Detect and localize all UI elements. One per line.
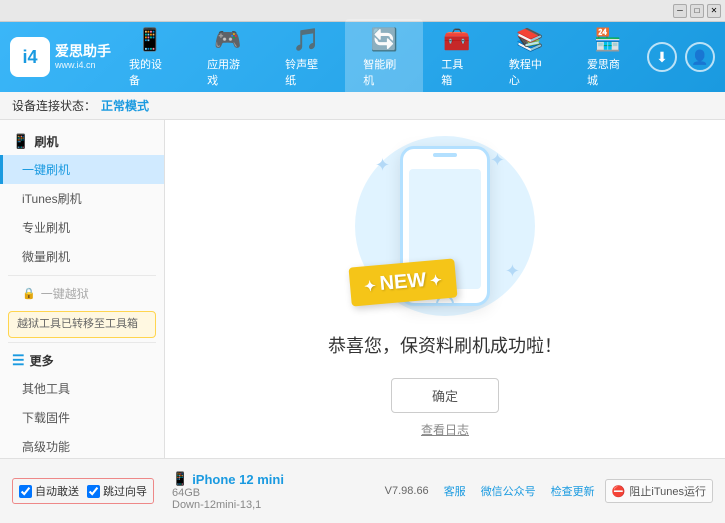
- sidebar-other-tools[interactable]: 其他工具: [0, 374, 164, 403]
- sidebar-separator-2: [8, 342, 156, 343]
- stop-itunes-label: 阻止iTunes运行: [629, 483, 706, 499]
- header-actions: ⬇ 👤: [647, 42, 715, 72]
- sidebar-itunes-flash[interactable]: iTunes刷机: [0, 184, 164, 213]
- success-message: 恭喜您，保资料刷机成功啦！: [328, 332, 562, 358]
- download-button[interactable]: ⬇: [647, 42, 677, 72]
- auto-complete-checkbox-item[interactable]: 自动敢送: [19, 483, 79, 499]
- bottom-bar: 自动敢送 跳过向导 📱 iPhone 12 mini 64GB Down-12m…: [0, 458, 725, 523]
- checkbox-group: 自动敢送 跳过向导: [12, 478, 154, 504]
- sidebar-flash-header: 📱 刷机: [0, 128, 164, 155]
- confirm-button[interactable]: 确定: [391, 378, 499, 413]
- nav-smart-flash[interactable]: 🔄 智能刷机: [345, 19, 423, 96]
- logo-area: i4 爱思助手 www.i4.cn: [10, 37, 111, 77]
- star-3: ✦: [505, 261, 520, 282]
- toolbox-icon: 🧰: [443, 27, 470, 53]
- success-illustration: ✦ ✦ ✦ NEW: [345, 140, 545, 312]
- device-name: 📱 iPhone 12 mini: [172, 471, 375, 487]
- flash-section-icon: 📱: [12, 133, 29, 150]
- stop-itunes-icon: ⛔: [612, 485, 626, 498]
- my-device-label: 我的设备: [129, 56, 171, 88]
- sidebar-advanced[interactable]: 高级功能: [0, 432, 164, 458]
- more-section-icon: ☰: [12, 352, 25, 369]
- ringtones-label: 铃声壁纸: [285, 56, 327, 88]
- content-area: 📱 刷机 一键刷机 iTunes刷机 专业刷机 微量刷机 🔒 一键越狱 越狱工具: [0, 120, 725, 458]
- nav-items: 📱 我的设备 🎮 应用游戏 🎵 铃声壁纸 🔄 智能刷机 🧰 工具箱 📚: [111, 19, 647, 96]
- smart-flash-label: 智能刷机: [363, 56, 405, 88]
- auto-complete-label: 自动敢送: [35, 483, 79, 499]
- status-label: 设备连接状态：: [12, 97, 96, 114]
- tutorials-icon: 📚: [516, 27, 543, 53]
- window-controls[interactable]: ─ □ ✕: [673, 4, 721, 18]
- sidebar-one-click[interactable]: 一键刷机: [0, 155, 164, 184]
- logo-text: 爱思助手 www.i4.cn: [55, 42, 111, 72]
- device-icon: 📱: [172, 471, 188, 487]
- mall-icon: 🏪: [594, 27, 621, 53]
- bottom-right: V7.98.66 客服 微信公众号 检查更新: [385, 483, 595, 499]
- sidebar: 📱 刷机 一键刷机 iTunes刷机 专业刷机 微量刷机 🔒 一键越狱 越狱工具: [0, 120, 165, 458]
- stop-itunes-button[interactable]: ⛔ 阻止iTunes运行: [605, 479, 713, 503]
- mall-label: 爱思商城: [587, 56, 629, 88]
- more-section-label: 更多: [30, 352, 54, 369]
- sidebar-save-flash[interactable]: 微量刷机: [0, 242, 164, 271]
- nav-toolbox[interactable]: 🧰 工具箱: [423, 19, 491, 96]
- app-games-icon: 🎮: [214, 27, 241, 53]
- smart-flash-icon: 🔄: [371, 27, 398, 53]
- close-button[interactable]: ✕: [707, 4, 721, 18]
- main-panel: ✦ ✦ ✦ NEW 恭喜您，保资料刷机成功啦！ 确定 查看日志: [165, 120, 725, 458]
- guide-link[interactable]: 查看日志: [421, 421, 469, 438]
- star-1: ✦: [375, 155, 390, 176]
- app-container: i4 爱思助手 www.i4.cn 📱 我的设备 🎮 应用游戏 🎵 铃声壁纸 🔄…: [0, 22, 725, 523]
- ringtones-icon: 🎵: [292, 27, 319, 53]
- nav-tutorials[interactable]: 📚 教程中心: [491, 19, 569, 96]
- brand-name: 爱思助手: [55, 42, 111, 60]
- header: i4 爱思助手 www.i4.cn 📱 我的设备 🎮 应用游戏 🎵 铃声壁纸 🔄…: [0, 22, 725, 92]
- logo-icon: i4: [10, 37, 50, 77]
- status-bar: 设备连接状态： 正常模式: [0, 92, 725, 120]
- device-info: 📱 iPhone 12 mini 64GB Down-12mini-13,1: [164, 471, 375, 511]
- nav-ringtones[interactable]: 🎵 铃声壁纸: [267, 19, 345, 96]
- star-2: ✦: [490, 150, 505, 171]
- app-games-label: 应用游戏: [207, 56, 249, 88]
- device-storage: 64GB: [172, 487, 375, 499]
- skip-wizard-checkbox[interactable]: [87, 485, 100, 498]
- sidebar-separator-1: [8, 275, 156, 276]
- nav-my-device[interactable]: 📱 我的设备: [111, 19, 189, 96]
- warning-box: 越狱工具已转移至工具箱: [8, 311, 156, 338]
- skip-wizard-checkbox-item[interactable]: 跳过向导: [87, 483, 147, 499]
- sidebar-more-header: ☰ 更多: [0, 347, 164, 374]
- minimize-button[interactable]: ─: [673, 4, 687, 18]
- wechat-link[interactable]: 微信公众号: [481, 483, 536, 499]
- warning-text: 越狱工具已转移至工具箱: [17, 318, 138, 330]
- sidebar-locked-section: 🔒 一键越狱: [0, 280, 164, 307]
- toolbox-label: 工具箱: [441, 56, 473, 88]
- sidebar-download-firmware[interactable]: 下载固件: [0, 403, 164, 432]
- tutorials-label: 教程中心: [509, 56, 551, 88]
- restore-button[interactable]: □: [690, 4, 704, 18]
- phone-speaker: [433, 153, 457, 157]
- skip-wizard-label: 跳过向导: [103, 483, 147, 499]
- version-label: V7.98.66: [385, 485, 429, 497]
- locked-label: 一键越狱: [41, 285, 89, 302]
- lock-icon: 🔒: [22, 287, 36, 300]
- flash-section-label: 刷机: [34, 133, 58, 150]
- sidebar-pro-flash[interactable]: 专业刷机: [0, 213, 164, 242]
- brand-sub: www.i4.cn: [55, 60, 111, 72]
- device-firmware: Down-12mini-13,1: [172, 499, 375, 511]
- nav-mall[interactable]: 🏪 爱思商城: [569, 19, 647, 96]
- my-device-icon: 📱: [136, 27, 163, 53]
- customer-service-link[interactable]: 客服: [444, 483, 466, 499]
- status-value: 正常模式: [101, 97, 149, 114]
- nav-app-games[interactable]: 🎮 应用游戏: [189, 19, 267, 96]
- check-update-link[interactable]: 检查更新: [551, 483, 595, 499]
- auto-complete-checkbox[interactable]: [19, 485, 32, 498]
- user-button[interactable]: 👤: [685, 42, 715, 72]
